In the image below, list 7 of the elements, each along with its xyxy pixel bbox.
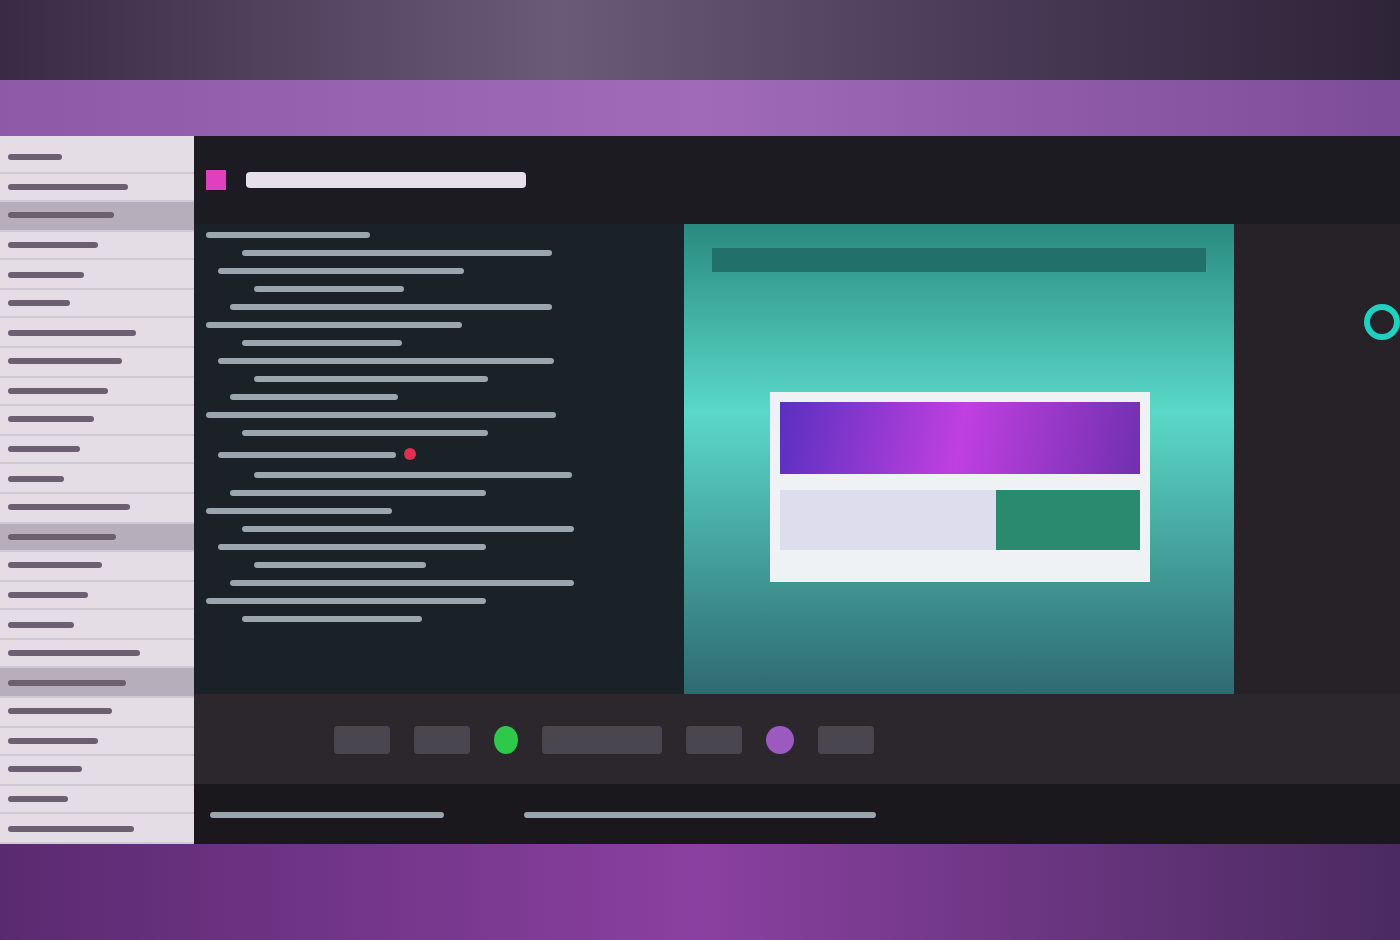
marker-icon bbox=[403, 448, 416, 460]
sidebar-row[interactable] bbox=[0, 202, 194, 232]
sidebar-row[interactable] bbox=[0, 523, 194, 553]
app-icon bbox=[206, 170, 226, 190]
sidebar-row[interactable] bbox=[0, 668, 194, 698]
toggle-switch[interactable] bbox=[494, 725, 518, 753]
avatar-circle[interactable] bbox=[766, 725, 794, 753]
